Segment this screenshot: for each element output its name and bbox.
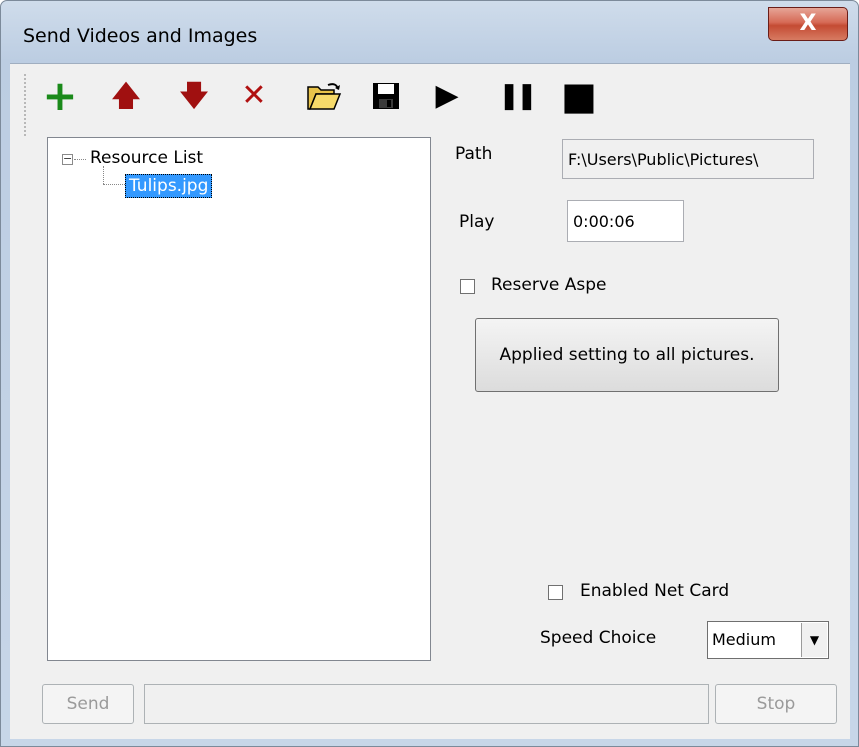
play-duration-field[interactable]: 0:00:06 bbox=[567, 200, 684, 242]
play-label: Play bbox=[459, 212, 495, 232]
apply-all-button[interactable]: Applied setting to all pictures. bbox=[475, 318, 779, 392]
dialog-window: Send Videos and Images X + 🡅 🡇 ✕ ▶ ❚❚ ■ … bbox=[0, 0, 859, 747]
move-down-icon[interactable]: 🡇 bbox=[174, 76, 214, 116]
tree-root-label[interactable]: Resource List bbox=[90, 148, 203, 168]
tree-item-tulips[interactable]: Tulips.jpg bbox=[125, 174, 213, 198]
add-icon[interactable]: + bbox=[40, 75, 80, 117]
title-bar[interactable]: Send Videos and Images X bbox=[1, 1, 858, 63]
open-folder-icon[interactable] bbox=[304, 76, 344, 116]
tree-connector bbox=[74, 159, 86, 160]
net-card-label[interactable]: Enabled Net Card bbox=[580, 581, 729, 601]
dropdown-arrow-icon[interactable]: ▼ bbox=[801, 623, 827, 657]
speed-choice-label: Speed Choice bbox=[540, 628, 657, 648]
window-title: Send Videos and Images bbox=[23, 25, 258, 47]
path-label: Path bbox=[455, 144, 493, 164]
resource-tree[interactable]: − Resource List Tulips.jpg bbox=[47, 137, 431, 661]
collapse-toggle-icon[interactable]: − bbox=[62, 153, 73, 165]
save-icon[interactable] bbox=[366, 76, 406, 116]
tree-connector bbox=[103, 166, 104, 184]
speed-select-value: Medium bbox=[712, 630, 776, 649]
speed-select[interactable]: Medium ▼ bbox=[707, 621, 829, 659]
move-up-icon[interactable]: 🡅 bbox=[106, 76, 146, 116]
close-button[interactable]: X bbox=[768, 7, 848, 41]
net-card-checkbox[interactable] bbox=[548, 585, 563, 600]
reserve-aspect-label[interactable]: Reserve Aspe bbox=[491, 275, 606, 295]
tree-connector bbox=[103, 184, 125, 185]
reserve-aspect-checkbox[interactable] bbox=[460, 279, 475, 294]
stop-icon[interactable]: ■ bbox=[559, 76, 599, 116]
dialog-body: + 🡅 🡇 ✕ ▶ ❚❚ ■ − Resource List Tulips.jp… bbox=[10, 63, 850, 739]
pause-icon[interactable]: ❚❚ bbox=[496, 76, 538, 116]
delete-icon[interactable]: ✕ bbox=[234, 76, 274, 116]
send-progress-bar bbox=[144, 684, 709, 724]
play-icon[interactable]: ▶ bbox=[427, 76, 467, 116]
path-field[interactable]: F:\Users\Public\Pictures\ bbox=[562, 139, 814, 179]
stop-button[interactable]: Stop bbox=[715, 684, 837, 724]
send-button[interactable]: Send bbox=[42, 684, 134, 724]
toolbar-grip[interactable] bbox=[24, 74, 29, 136]
